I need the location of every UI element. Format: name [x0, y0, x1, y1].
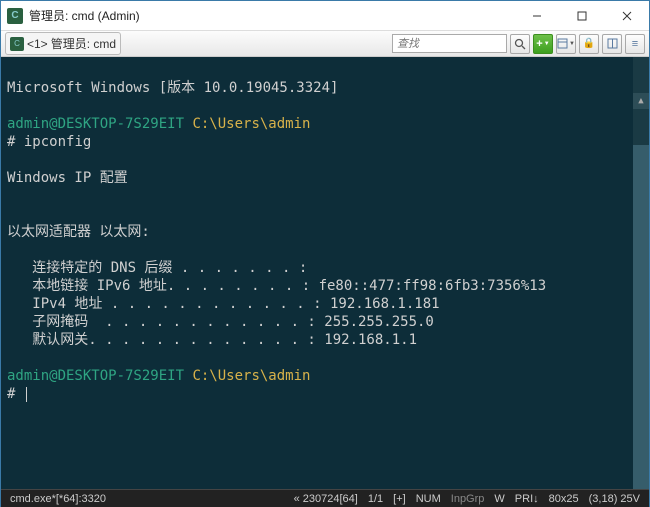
- tab-index: <1>: [27, 37, 48, 51]
- tab-cmd[interactable]: C <1> 管理员: cmd: [5, 32, 121, 55]
- minimize-icon: [532, 11, 542, 21]
- prompt-user: admin@DESKTOP-7S29EIT: [7, 116, 184, 132]
- scroll-track[interactable]: [633, 145, 649, 489]
- new-tab-button[interactable]: +▼: [533, 34, 553, 54]
- terminal-icon: C: [10, 37, 24, 51]
- window-icon: [557, 38, 568, 49]
- status-pri: PRI↓: [510, 493, 544, 505]
- prompt-hash: #: [7, 386, 15, 402]
- gateway-line: 默认网关. . . . . . . . . . . . . : 192.168.…: [7, 332, 417, 348]
- dns-suffix-line: 连接特定的 DNS 后缀 . . . . . . . :: [7, 260, 307, 276]
- subnet-mask-line: 子网掩码 . . . . . . . . . . . . : 255.255.2…: [7, 314, 434, 330]
- prompt-path: C:\Users\admin: [192, 116, 310, 132]
- search-button[interactable]: [510, 34, 530, 54]
- search-input[interactable]: [392, 34, 507, 53]
- menu-button[interactable]: ≡: [625, 34, 645, 54]
- status-w: W: [489, 493, 509, 505]
- prompt-user: admin@DESKTOP-7S29EIT: [7, 368, 184, 384]
- window-mode-button[interactable]: ▼: [556, 34, 576, 54]
- status-num: NUM: [411, 493, 446, 505]
- scrollbar[interactable]: ▲ ▼: [633, 57, 649, 489]
- chevron-down-icon: ▼: [544, 41, 550, 47]
- plus-icon: +: [536, 38, 542, 50]
- maximize-icon: [577, 11, 587, 21]
- lock-button[interactable]: 🔒: [579, 34, 599, 54]
- text-cursor: [26, 387, 27, 402]
- adapter-header: 以太网适配器 以太网:: [7, 224, 150, 240]
- minimize-button[interactable]: [514, 1, 559, 30]
- windows-version: Microsoft Windows [版本 10.0.19045.3324]: [7, 80, 338, 96]
- maximize-button[interactable]: [559, 1, 604, 30]
- status-bar: cmd.exe*[*64]:3320 « 230724[64] 1/1 [+] …: [1, 489, 649, 507]
- status-pos: 1/1: [363, 493, 388, 505]
- close-icon: [622, 11, 632, 21]
- prompt-path: C:\Users\admin: [192, 368, 310, 384]
- app-icon: C: [7, 8, 23, 24]
- lock-icon: 🔒: [583, 38, 595, 49]
- status-date: « 230724[64]: [289, 493, 363, 505]
- status-process: cmd.exe*[*64]:3320: [5, 493, 111, 505]
- terminal-output[interactable]: Microsoft Windows [版本 10.0.19045.3324] a…: [1, 57, 649, 489]
- ipconfig-header: Windows IP 配置: [7, 170, 128, 186]
- ipv4-line: IPv4 地址 . . . . . . . . . . . . : 192.16…: [7, 296, 440, 312]
- tab-label: 管理员: cmd: [51, 35, 116, 52]
- tab-bar: C <1> 管理员: cmd +▼ ▼ 🔒 ≡: [1, 31, 649, 57]
- scroll-up-button[interactable]: ▲: [633, 93, 649, 109]
- status-size: 80x25: [544, 493, 584, 505]
- status-cursor: (3,18) 25V: [584, 493, 645, 505]
- prompt-hash: #: [7, 134, 15, 150]
- layout-button[interactable]: [602, 34, 622, 54]
- status-inpgrp: InpGrp: [446, 493, 490, 505]
- chevron-down-icon: ▼: [569, 41, 575, 47]
- ipv6-line: 本地链接 IPv6 地址. . . . . . . . : fe80::477:…: [7, 278, 546, 294]
- command-ipconfig: ipconfig: [24, 134, 91, 150]
- status-plus: [+]: [388, 493, 411, 505]
- scroll-thumb[interactable]: [633, 145, 649, 489]
- close-button[interactable]: [604, 1, 649, 30]
- menu-icon: ≡: [632, 38, 638, 50]
- split-icon: [607, 38, 618, 49]
- window-title: 管理员: cmd (Admin): [29, 7, 514, 24]
- title-bar: C 管理员: cmd (Admin): [1, 1, 649, 31]
- search-icon: [514, 38, 526, 50]
